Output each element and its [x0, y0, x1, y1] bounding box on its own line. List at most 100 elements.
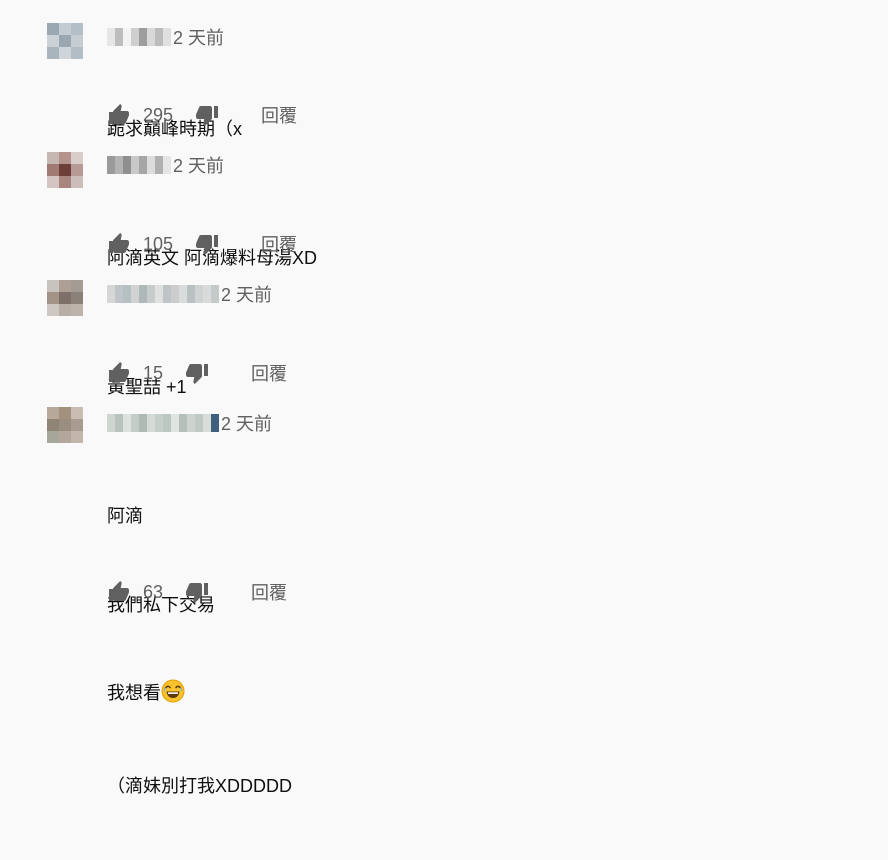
avatar-pixel	[71, 280, 83, 292]
author-name-pixel	[147, 285, 155, 303]
author-name-pixel	[163, 285, 171, 303]
comment-timestamp[interactable]: 2 天前	[173, 152, 224, 178]
author-name-pixel	[163, 28, 171, 46]
author-name-pixel	[195, 285, 203, 303]
thumb-down-icon	[196, 106, 219, 126]
comment-actions: 15 回覆	[107, 359, 287, 387]
avatar-pixel	[71, 47, 83, 59]
author-name-pixel	[123, 414, 131, 432]
comment-timestamp[interactable]: 2 天前	[173, 24, 224, 50]
avatar-pixel	[47, 280, 59, 292]
author-name-pixel	[163, 156, 171, 174]
avatar-pixel	[71, 23, 83, 35]
author-name-blurred[interactable]	[107, 285, 219, 303]
reply-button[interactable]: 回覆	[261, 231, 297, 257]
author-name-pixel	[155, 156, 163, 174]
like-count: 63	[143, 581, 164, 602]
author-name-blurred[interactable]	[107, 414, 219, 432]
dislike-button[interactable]	[185, 361, 209, 385]
author-name-blurred[interactable]	[107, 156, 171, 174]
avatar-pixel	[59, 176, 71, 188]
like-count: 105	[143, 233, 174, 254]
author-name-pixel	[155, 28, 163, 46]
author-name-pixel	[107, 156, 115, 174]
avatar-pixel	[47, 431, 59, 443]
like-button[interactable]	[107, 232, 131, 256]
author-name-pixel	[179, 285, 187, 303]
avatar-pixel	[47, 304, 59, 316]
avatar[interactable]	[47, 152, 83, 188]
author-name-pixel	[195, 414, 203, 432]
comment-timestamp[interactable]: 2 天前	[221, 410, 272, 436]
dislike-button[interactable]	[195, 232, 219, 256]
comment-text: 阿滴 我們私下交易 我想看 （滴妹別打我XDDDDD	[107, 443, 292, 860]
author-name-pixel	[115, 156, 123, 174]
avatar-pixel	[59, 431, 71, 443]
thumb-up-icon	[109, 104, 129, 124]
comment-timestamp[interactable]: 2 天前	[221, 281, 272, 307]
avatar-pixel	[59, 47, 71, 59]
author-name-pixel	[139, 285, 147, 303]
author-name-pixel	[211, 414, 219, 432]
author-name-pixel	[147, 28, 155, 46]
comment-text: 黃聖喆 +1	[107, 314, 187, 462]
avatar-pixel	[59, 419, 71, 431]
author-name-pixel	[187, 414, 195, 432]
comment-actions: 63 回覆	[107, 578, 287, 606]
like-button[interactable]	[107, 580, 131, 604]
avatar-pixel	[71, 176, 83, 188]
reply-button[interactable]: 回覆	[251, 360, 287, 386]
thumb-down-icon	[186, 364, 209, 384]
comment-text: 跪求巔峰時期（x	[107, 56, 242, 204]
comment-text-line: （滴妹別打我XDDDDD	[107, 775, 293, 796]
author-name-pixel	[139, 28, 147, 46]
comment-header: 2 天前	[107, 281, 272, 307]
author-name-pixel	[179, 414, 187, 432]
author-name-pixel	[131, 28, 139, 46]
comment-header: 2 天前	[107, 152, 224, 178]
avatar-pixel	[71, 431, 83, 443]
author-name-blurred[interactable]	[107, 28, 171, 46]
author-name-pixel	[115, 414, 123, 432]
avatar-pixel	[59, 35, 71, 47]
reply-button[interactable]: 回覆	[261, 102, 297, 128]
author-name-pixel	[211, 285, 219, 303]
author-name-pixel	[115, 28, 123, 46]
avatar-pixel	[71, 292, 83, 304]
avatar-pixel	[71, 35, 83, 47]
author-name-pixel	[123, 156, 131, 174]
reply-button[interactable]: 回覆	[251, 579, 287, 605]
author-name-pixel	[171, 414, 179, 432]
avatar[interactable]	[47, 280, 83, 316]
dislike-button[interactable]	[185, 580, 209, 604]
thumb-down-icon	[186, 583, 209, 603]
author-name-pixel	[163, 414, 171, 432]
thumb-up-icon	[109, 581, 129, 601]
thumb-down-icon	[196, 235, 219, 255]
like-count: 295	[143, 104, 174, 125]
author-name-pixel	[155, 285, 163, 303]
comment-text: 阿滴英文 阿滴爆料母湯XD	[107, 185, 317, 333]
avatar-pixel	[47, 164, 59, 176]
avatar[interactable]	[47, 407, 83, 443]
grinning-sweat-emoji	[161, 679, 185, 713]
comment-actions: 295 回覆	[107, 101, 297, 129]
like-button[interactable]	[107, 361, 131, 385]
author-name-pixel	[187, 285, 195, 303]
comment-text-line-content: 我想看	[107, 683, 161, 703]
like-button[interactable]	[107, 103, 131, 127]
like-count: 15	[143, 362, 164, 383]
avatar-pixel	[59, 152, 71, 164]
avatar-pixel	[59, 304, 71, 316]
dislike-button[interactable]	[195, 103, 219, 127]
author-name-pixel	[131, 414, 139, 432]
author-name-pixel	[203, 285, 211, 303]
avatar[interactable]	[47, 23, 83, 59]
avatar-pixel	[71, 152, 83, 164]
thumb-up-icon	[109, 233, 129, 253]
avatar-pixel	[59, 164, 71, 176]
avatar-pixel	[71, 304, 83, 316]
comment-text-line: 我想看	[107, 679, 292, 713]
avatar-pixel	[59, 407, 71, 419]
avatar-pixel	[47, 35, 59, 47]
